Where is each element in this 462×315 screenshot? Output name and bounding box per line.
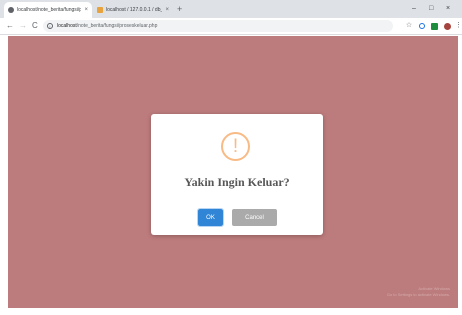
maximize-button[interactable]: □ [429, 3, 433, 15]
extension-icon[interactable] [419, 23, 425, 29]
watermark-line: Go to Settings to activate Windows. [386, 292, 450, 297]
dialog-title: Yakin Ingin Keluar? [184, 175, 290, 189]
phpmyadmin-icon [97, 7, 103, 13]
tab-title: localhost/note_berita/fungsi/p [17, 7, 82, 13]
page-overlay: ! Yakin Ingin Keluar? OK Cancel Activate… [8, 36, 458, 308]
tab-title: localhost / 127.0.0.1 / db_berita [106, 7, 162, 13]
minimize-button[interactable]: – [412, 3, 416, 15]
reload-button[interactable]: C [32, 20, 38, 32]
info-icon[interactable]: i [47, 23, 53, 29]
activate-windows-watermark: Activate Windows Go to Settings to activ… [387, 286, 450, 298]
ok-button[interactable]: OK [197, 208, 224, 227]
back-button[interactable]: ← [6, 20, 14, 32]
url-path: /note_berita/fungsi/proseskeluar.php [76, 23, 158, 29]
extension-icon[interactable] [431, 23, 438, 30]
tab-phpmyadmin[interactable]: localhost / 127.0.0.1 / db_berita × [93, 2, 173, 18]
browser-toolbar: ← → C i localhost /note_berita/fungsi/pr… [0, 18, 462, 35]
new-tab-button[interactable]: + [177, 3, 182, 15]
cancel-button[interactable]: Cancel [232, 209, 277, 226]
close-tab-icon[interactable]: × [84, 7, 88, 13]
close-window-button[interactable]: × [446, 3, 450, 15]
page-globe-icon [8, 7, 14, 13]
tab-strip: localhost/note_berita/fungsi/p × localho… [0, 0, 462, 18]
close-tab-icon[interactable]: × [165, 7, 169, 13]
address-bar[interactable]: i localhost /note_berita/fungsi/proseske… [43, 20, 393, 32]
url-host: localhost [57, 23, 77, 29]
confirm-dialog: ! Yakin Ingin Keluar? OK Cancel [151, 114, 323, 235]
profile-avatar-icon[interactable] [444, 23, 451, 30]
browser-window: localhost/note_berita/fungsi/p × localho… [0, 0, 462, 315]
warning-icon: ! [221, 132, 250, 161]
menu-kebab-icon[interactable]: ⋮ [455, 22, 462, 30]
tab-active[interactable]: localhost/note_berita/fungsi/p × [4, 2, 92, 18]
forward-button[interactable]: → [19, 20, 27, 32]
bookmark-star-icon[interactable]: ☆ [405, 22, 413, 30]
